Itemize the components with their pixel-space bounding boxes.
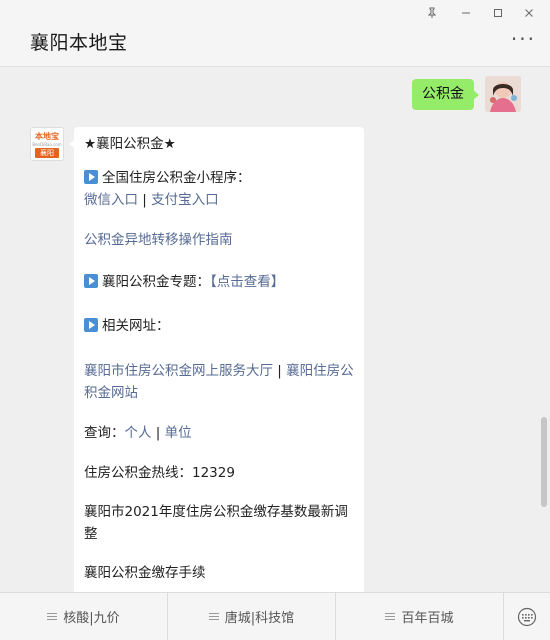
section-topic: 襄阳公积金专题：【点击查看】: [84, 271, 354, 293]
query-row: 查询：个人 | 单位: [84, 422, 354, 444]
bot-avatar-brand: 本地宝: [35, 132, 59, 141]
miniprogram-links: 微信入口 | 支付宝入口: [84, 189, 354, 211]
wechat-entry-link[interactable]: 微信入口: [84, 192, 138, 208]
bot-avatar-domain: BenDiBao.com: [32, 142, 62, 147]
menu-item-tangcheng[interactable]: 唐城|科技馆: [168, 593, 336, 640]
chat-area[interactable]: 公积金 本地宝 BenDiBao.com 襄阳 ★襄阳公积金★ 全国住房公积金小…: [0, 67, 550, 592]
outgoing-message[interactable]: 公积金: [412, 79, 479, 110]
play-icon: [84, 274, 98, 288]
keyboard-toggle-button[interactable]: [504, 593, 550, 640]
close-icon[interactable]: [518, 4, 540, 22]
reply-bubble: ★襄阳公积金★ 全国住房公积金小程序： 微信入口 | 支付宝入口 公积金异地转移…: [69, 127, 364, 592]
service-menu-bar: 核酸|九价 唐城|科技馆 百年百城: [0, 592, 550, 640]
menu-item-label: 百年百城: [401, 611, 454, 626]
bot-avatar-city: 襄阳: [35, 148, 59, 158]
keyboard-icon: [517, 607, 537, 626]
maximize-icon[interactable]: [487, 4, 509, 22]
query-label: 查询：: [84, 425, 125, 441]
pin-icon[interactable]: [421, 4, 443, 22]
section-topic-label: 襄阳公积金专题：: [102, 274, 210, 290]
transfer-guide-link[interactable]: 公积金异地转移操作指南: [84, 232, 233, 248]
section-miniprogram-label: 全国住房公积金小程序：: [102, 170, 251, 186]
play-icon: [84, 318, 98, 332]
title-bar: 襄阳本地宝 ···: [0, 0, 550, 67]
play-icon: [84, 170, 98, 184]
more-options-button[interactable]: ···: [511, 29, 536, 49]
hotline-text: 住房公积金热线：12329: [84, 465, 235, 481]
separator: |: [138, 192, 152, 208]
company-query-link[interactable]: 单位: [165, 425, 192, 441]
personal-query-link[interactable]: 个人: [125, 425, 152, 441]
user-avatar[interactable]: [485, 76, 521, 112]
alipay-entry-link[interactable]: 支付宝入口: [151, 192, 219, 208]
minimize-icon[interactable]: [455, 4, 477, 22]
chat-title: 襄阳本地宝: [30, 32, 128, 54]
section-miniprogram: 全国住房公积金小程序：: [84, 167, 354, 189]
section-urls: 相关网址：: [84, 315, 354, 337]
menu-icon: [47, 611, 58, 622]
menu-icon: [385, 611, 396, 622]
menu-icon: [208, 611, 219, 622]
section-urls-label: 相关网址：: [102, 318, 170, 334]
url-links: 襄阳市住房公积金网上服务大厅 | 襄阳住房公积金网站: [84, 360, 354, 404]
procedure-text: 襄阳公积金缴存手续: [84, 565, 206, 581]
separator: |: [273, 363, 287, 379]
topic-view-link[interactable]: 【点击查看】: [210, 274, 284, 290]
menu-item-centennial[interactable]: 百年百城: [336, 593, 504, 640]
base-adjust-text: 襄阳市2021年度住房公积金缴存基数最新调整: [84, 504, 348, 542]
separator: |: [151, 425, 165, 441]
menu-item-nucleic[interactable]: 核酸|九价: [0, 593, 168, 640]
menu-item-label: 唐城|科技馆: [224, 611, 295, 626]
reply-heading: ★襄阳公积金★: [84, 136, 176, 152]
menu-item-label: 核酸|九价: [63, 611, 120, 626]
service-hall-link[interactable]: 襄阳市住房公积金网上服务大厅: [84, 363, 273, 379]
bot-avatar[interactable]: 本地宝 BenDiBao.com 襄阳: [30, 127, 64, 161]
chat-scrollbar[interactable]: [541, 417, 547, 507]
